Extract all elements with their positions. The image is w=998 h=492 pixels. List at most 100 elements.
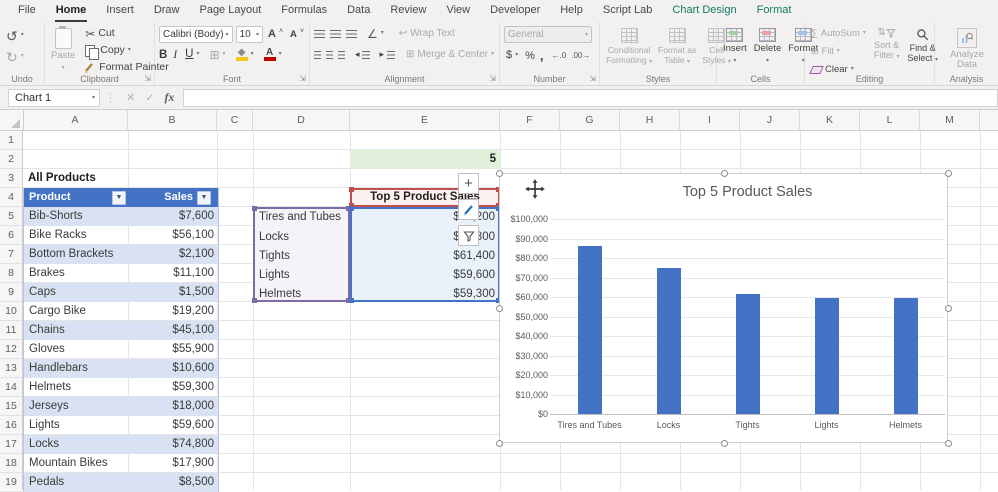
sales-cell[interactable]: $59,300 bbox=[129, 378, 218, 397]
table-row[interactable]: Helmets$59,300 bbox=[24, 378, 218, 397]
column-header-C[interactable]: C bbox=[217, 110, 253, 130]
column-header-product[interactable]: Product ▼ bbox=[24, 188, 129, 207]
row-header-18[interactable]: 18 bbox=[0, 454, 22, 473]
menu-tab-chart-design[interactable]: Chart Design bbox=[662, 0, 746, 22]
row-header-12[interactable]: 12 bbox=[0, 340, 22, 359]
filter-button[interactable]: ▼ bbox=[112, 191, 126, 205]
comma-style-button[interactable]: , bbox=[540, 48, 544, 63]
row-header-5[interactable]: 5 bbox=[0, 207, 22, 226]
cell-all-products[interactable]: All Products bbox=[23, 169, 217, 188]
bar-helmets[interactable] bbox=[894, 298, 918, 414]
bar-locks[interactable] bbox=[657, 268, 681, 414]
row-header-19[interactable]: 19 bbox=[0, 473, 22, 492]
increase-decimal-button[interactable]: ←.0 bbox=[552, 51, 567, 60]
bar-tires-and-tubes[interactable] bbox=[578, 246, 602, 414]
delete-cells-button[interactable]: Delete▾ bbox=[752, 26, 783, 66]
product-cell[interactable]: Gloves bbox=[24, 340, 129, 359]
sales-cell[interactable]: $11,100 bbox=[129, 264, 218, 283]
row-header-2[interactable]: 2 bbox=[0, 150, 22, 169]
row-header-6[interactable]: 6 bbox=[0, 226, 22, 245]
align-left-icon[interactable] bbox=[314, 51, 321, 59]
product-cell[interactable]: Handlebars bbox=[24, 359, 129, 378]
percent-button[interactable]: % bbox=[525, 50, 535, 62]
product-cell[interactable]: Locks bbox=[24, 435, 129, 454]
align-right-icon[interactable] bbox=[338, 51, 345, 59]
column-header-H[interactable]: H bbox=[620, 110, 680, 130]
top5-category-cell[interactable]: Locks bbox=[255, 228, 348, 247]
table-row[interactable]: Lights$59,600 bbox=[24, 416, 218, 435]
column-header-I[interactable]: I bbox=[680, 110, 740, 130]
product-cell[interactable]: Brakes bbox=[24, 264, 129, 283]
menu-tab-help[interactable]: Help bbox=[550, 0, 593, 22]
table-row[interactable]: Bottom Brackets$2,100 bbox=[24, 245, 218, 264]
cancel-icon[interactable]: ✕ bbox=[121, 91, 140, 104]
column-header-M[interactable]: M bbox=[920, 110, 980, 130]
sales-cell[interactable]: $59,600 bbox=[129, 416, 218, 435]
fill-button[interactable]: ⊞Fill▾ bbox=[809, 44, 868, 59]
product-cell[interactable]: Helmets bbox=[24, 378, 129, 397]
selection-handle[interactable] bbox=[496, 305, 503, 312]
column-header-E[interactable]: E bbox=[350, 110, 500, 130]
borders-button[interactable]: ⊞▾ bbox=[207, 47, 227, 62]
table-row[interactable]: Locks$74,800 bbox=[24, 435, 218, 454]
product-cell[interactable]: Cargo Bike bbox=[24, 302, 129, 321]
selection-handle[interactable] bbox=[721, 440, 728, 447]
sales-cell[interactable]: $18,000 bbox=[129, 397, 218, 416]
sales-cell[interactable]: $2,100 bbox=[129, 245, 218, 264]
row-header-9[interactable]: 9 bbox=[0, 283, 22, 302]
dialog-launcher-icon[interactable]: ⇲ bbox=[144, 75, 151, 83]
chart-elements-button[interactable]: + bbox=[458, 173, 479, 194]
row-header-1[interactable]: 1 bbox=[0, 131, 22, 150]
column-header-G[interactable]: G bbox=[560, 110, 620, 130]
menu-tab-script-lab[interactable]: Script Lab bbox=[593, 0, 663, 22]
decrease-font-button[interactable]: A˅ bbox=[288, 27, 306, 42]
column-header-J[interactable]: J bbox=[740, 110, 800, 130]
range-handle[interactable] bbox=[252, 298, 257, 303]
menu-tab-draw[interactable]: Draw bbox=[144, 0, 190, 22]
top5-category-cell[interactable]: Lights bbox=[255, 266, 348, 285]
dialog-launcher-icon[interactable]: ⇲ bbox=[489, 75, 496, 83]
align-middle-icon[interactable] bbox=[330, 30, 341, 38]
column-header-B[interactable]: B bbox=[128, 110, 217, 130]
decrease-decimal-button[interactable]: .00→ bbox=[571, 51, 590, 60]
table-row[interactable]: Mountain Bikes$17,900 bbox=[24, 454, 218, 473]
bar-tights[interactable] bbox=[736, 294, 760, 414]
top5-value-cell[interactable]: $59,600 bbox=[352, 266, 498, 285]
sales-cell[interactable]: $74,800 bbox=[129, 435, 218, 454]
column-header-F[interactable]: F bbox=[500, 110, 560, 130]
redo-button[interactable]: ↻▾ bbox=[4, 49, 41, 64]
table-row[interactable]: Pedals$8,500 bbox=[24, 473, 218, 492]
top5-category-cell[interactable]: Tights bbox=[255, 247, 348, 266]
row-header-3[interactable]: 3 bbox=[0, 169, 22, 188]
row-header-8[interactable]: 8 bbox=[0, 264, 22, 283]
top5-category-cell[interactable]: Helmets bbox=[255, 285, 348, 304]
menu-tab-file[interactable]: File bbox=[8, 0, 46, 22]
wrap-text-button[interactable]: ↩Wrap Text bbox=[397, 26, 457, 41]
increase-indent-button[interactable]: ▸ bbox=[377, 47, 397, 62]
row-header-17[interactable]: 17 bbox=[0, 435, 22, 454]
chart[interactable]: Top 5 Product Sales $100,000$90,000$80,0… bbox=[499, 173, 948, 443]
product-cell[interactable]: Pedals bbox=[24, 473, 129, 492]
italic-button[interactable]: I bbox=[173, 49, 177, 61]
chart-filters-button[interactable] bbox=[458, 225, 479, 246]
dialog-launcher-icon[interactable]: ⇲ bbox=[299, 75, 306, 83]
menu-tab-review[interactable]: Review bbox=[380, 0, 436, 22]
top5-value-range[interactable]: $86,200$74,800$61,400$59,600$59,300 bbox=[350, 207, 500, 302]
column-header-D[interactable]: D bbox=[253, 110, 350, 130]
sort-filter-button[interactable]: ⇅ Sort &Filter ▾ bbox=[872, 26, 902, 62]
sales-cell[interactable]: $55,900 bbox=[129, 340, 218, 359]
menu-tab-insert[interactable]: Insert bbox=[96, 0, 144, 22]
sales-cell[interactable]: $45,100 bbox=[129, 321, 218, 340]
name-box[interactable]: Chart 1 ▾ bbox=[8, 89, 100, 107]
format-as-table-button[interactable]: Format asTable ▾ bbox=[656, 26, 698, 67]
selection-handle[interactable] bbox=[945, 440, 952, 447]
product-cell[interactable]: Bike Racks bbox=[24, 226, 129, 245]
row-header-7[interactable]: 7 bbox=[0, 245, 22, 264]
undo-button[interactable]: ↺▾ bbox=[4, 28, 41, 43]
selection-handle[interactable] bbox=[945, 305, 952, 312]
chart-title[interactable]: Top 5 Product Sales bbox=[550, 184, 945, 200]
row-header-10[interactable]: 10 bbox=[0, 302, 22, 321]
dialog-launcher-icon[interactable]: ⇲ bbox=[589, 75, 596, 83]
autosum-button[interactable]: ∑AutoSum▾ bbox=[809, 26, 868, 41]
conditional-formatting-button[interactable]: ConditionalFormatting ▾ bbox=[604, 26, 654, 67]
